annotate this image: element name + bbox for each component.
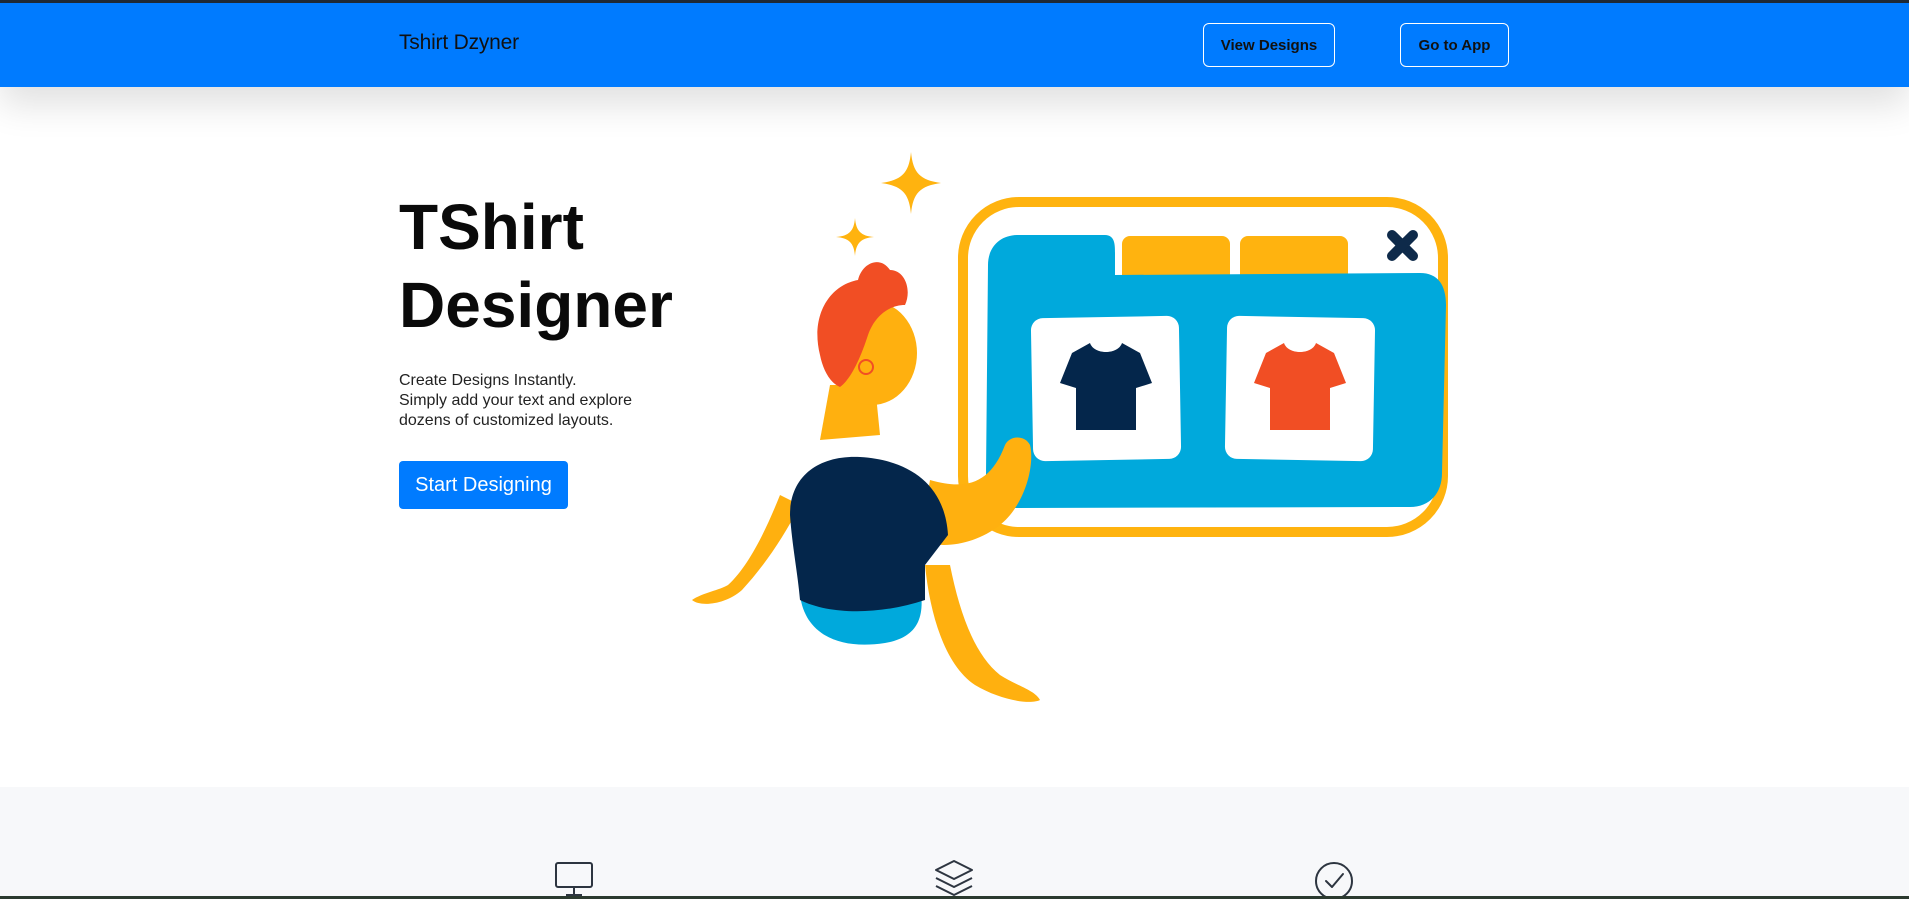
sparkle-icon xyxy=(836,218,874,256)
browser-window xyxy=(958,197,1448,537)
hero-text-line1: Create Designs Instantly. xyxy=(399,372,577,389)
check-circle-icon xyxy=(1315,862,1353,899)
monitor-icon xyxy=(555,862,593,896)
sparkle-icon xyxy=(881,152,941,214)
hero-illustration xyxy=(692,152,1448,702)
hero-description: Create Designs Instantly. Simply add you… xyxy=(399,371,659,431)
start-designing-button[interactable]: Start Designing xyxy=(399,461,568,509)
view-designs-button[interactable]: View Designs xyxy=(1203,23,1335,67)
features-section xyxy=(0,787,1909,899)
hero-title-line1: TShirt xyxy=(399,191,584,263)
hero-text-line2: Simply add your text and explore xyxy=(399,392,633,409)
hero-title-line2: Designer xyxy=(399,269,673,341)
hero-text-line3: dozens of customized layouts. xyxy=(399,412,614,429)
layers-icon xyxy=(935,860,973,896)
go-to-app-button[interactable]: Go to App xyxy=(1400,23,1509,67)
brand-logo[interactable]: Tshirt Dzyner xyxy=(399,31,519,55)
navbar: Tshirt Dzyner View Designs Go to App xyxy=(0,3,1909,87)
hero-title: TShirt Designer xyxy=(399,188,699,344)
